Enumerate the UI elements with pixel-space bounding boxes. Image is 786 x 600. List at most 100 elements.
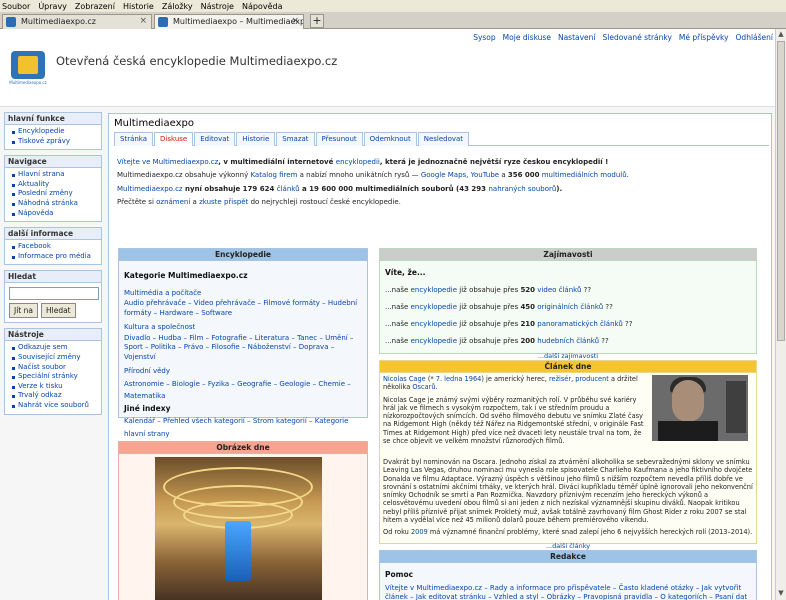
menu-zobrazeni[interactable]: Zobrazení [75, 2, 115, 11]
category-prirodni-vedy[interactable]: Přírodní vědy [124, 365, 362, 378]
menu-soubor[interactable]: Soubor [2, 2, 30, 11]
help-links[interactable]: Vítejte v Multimediaexpo.cz – Rady a inf… [385, 584, 751, 600]
sidebar-item-nahodna-stranka[interactable]: Náhodná stránka [12, 199, 98, 209]
link-panoramatickych-clanku[interactable]: panoramatických článků [535, 320, 623, 328]
link-vitejte[interactable]: Vítejte ve Multimediaexpo.cz [117, 158, 218, 166]
category-multimedia[interactable]: Multimédia a počítače [124, 287, 362, 300]
tab-stranka[interactable]: Stránka [114, 132, 154, 146]
link-encyklopedie[interactable]: encyklopedie [411, 303, 457, 311]
vertical-scrollbar[interactable]: ▲ ▼ [775, 29, 786, 600]
link-video-clanku[interactable]: video článků [535, 286, 581, 294]
browser-tab-1[interactable]: Multimediaexpo.cz × [2, 14, 152, 29]
link-google-maps[interactable]: Google Maps [421, 171, 466, 179]
close-icon[interactable]: × [291, 16, 299, 26]
personal-tools: Sysop Moje diskuse Nastavení Sledované s… [466, 33, 773, 42]
sidebar-item-verze-k-tisku[interactable]: Verze k tisku [12, 382, 98, 392]
sidebar-item-specialni-stranky[interactable]: Speciální stránky [12, 372, 98, 382]
tab-historie[interactable]: Historie [236, 132, 276, 146]
link-2009[interactable]: 2009 [411, 528, 428, 536]
site-logo[interactable]: Multimediaexpo.cz [8, 51, 48, 91]
link-oznameni[interactable]: oznámení [156, 198, 190, 206]
link-producent[interactable]: producent [575, 375, 609, 383]
sidebar-item-informace-pro-media[interactable]: Informace pro média [12, 252, 98, 262]
fact-number: 210 [520, 320, 536, 328]
tab-diskuse[interactable]: Diskuse [154, 132, 194, 146]
link-clanku[interactable]: článků [277, 185, 300, 193]
link-multimediaexpo[interactable]: Multimediaexpo.cz [117, 185, 183, 193]
tab-smazat[interactable]: Smazat [276, 132, 315, 146]
sidebar-item-nahrat-vice[interactable]: Nahrát více souborů [12, 401, 98, 411]
portlet-nastroje: Nástroje Odkazuje sem Související změny … [4, 328, 102, 415]
link-multimedialnich-modulu[interactable]: multimediálních modulů [540, 171, 627, 179]
fact-text: ...naše [385, 303, 411, 311]
category-kultura-links[interactable]: Divadlo – Hudba – Film – Fotografie – Li… [124, 334, 362, 363]
sidebar-item-tiskove-zpravy[interactable]: Tiskové zprávy [12, 137, 98, 147]
sidebar-item-aktuality[interactable]: Aktuality [12, 180, 98, 190]
sidebar-item-napoveda[interactable]: Nápověda [12, 209, 98, 219]
scrollbar-thumb[interactable] [777, 41, 785, 341]
menu-napoveda[interactable]: Nápověda [242, 2, 283, 11]
personal-moje-diskuse[interactable]: Moje diskuse [503, 33, 551, 42]
scroll-down-icon[interactable]: ▼ [776, 589, 786, 599]
article-paragraph: Nicolas Cage (* 7. ledna 1964) je americ… [383, 375, 648, 392]
search-button[interactable]: Hledat [40, 303, 76, 319]
intro-line-1: Vítejte ve Multimediaexpo.cz, v multimed… [117, 156, 757, 169]
personal-prispevky[interactable]: Mé příspěvky [679, 33, 729, 42]
tab-presunout[interactable]: Přesunout [315, 132, 363, 146]
link-originalnich-clanku[interactable]: originálních článků [535, 303, 603, 311]
intro-text: a nabízí mnoho unikátních rysů — [297, 171, 421, 180]
link-zkuste-prispet[interactable]: zkuste přispět [199, 198, 248, 206]
link-encyklopedie[interactable]: encyklopedie [411, 286, 457, 294]
menu-historie[interactable]: Historie [123, 2, 154, 11]
close-icon[interactable]: × [139, 16, 147, 26]
personal-odhlaseni[interactable]: Odhlášení [736, 33, 773, 42]
tab-editovat[interactable]: Editovat [194, 132, 236, 146]
sidebar-item-souvisejici-zmeny[interactable]: Související změny [12, 353, 98, 363]
sidebar-item-odkazuje-sem[interactable]: Odkazuje sem [12, 343, 98, 353]
sidebar-item-nacist-soubor[interactable]: Načíst soubor [12, 363, 98, 373]
sidebar-item-posledni-zmeny[interactable]: Poslední změny [12, 189, 98, 199]
logo-inner-icon [18, 56, 38, 74]
link-datum[interactable]: 7. ledna 1964 [436, 375, 482, 383]
link-encyklopedii[interactable]: encyklopedii [336, 158, 380, 166]
personal-nastaveni[interactable]: Nastavení [558, 33, 596, 42]
category-multimedia-links[interactable]: Audio přehrávače – Video přehrávače – Fi… [124, 299, 362, 318]
article-photo[interactable] [652, 375, 748, 441]
link-youtube[interactable]: YouTube [471, 171, 499, 179]
intro-text: Multimediaexpo.cz obsahuje výkonný [117, 171, 251, 180]
new-tab-button[interactable]: + [310, 14, 324, 28]
sidebar-item-trvaly-odkaz[interactable]: Trvalý odkaz [12, 391, 98, 401]
sidebar-item-hlavni-strana[interactable]: Hlavní strana [12, 170, 98, 180]
scroll-up-icon[interactable]: ▲ [776, 30, 786, 40]
menu-upravy[interactable]: Úpravy [38, 2, 67, 11]
menu-nastroje[interactable]: Nástroje [201, 2, 234, 11]
tab-nesledovat[interactable]: Nesledovat [417, 132, 470, 146]
link-oscaru[interactable]: Oscarů [412, 383, 435, 391]
personal-sysop[interactable]: Sysop [473, 33, 495, 42]
link-katalog-firem[interactable]: Katalog firem [250, 171, 297, 179]
more-articles-link[interactable]: ...další články [383, 542, 753, 550]
go-button[interactable]: Jít na [9, 303, 38, 319]
fact-text: ?? [603, 303, 613, 311]
pomoc-heading: Pomoc [385, 570, 414, 579]
link-hudebnich-clanku[interactable]: hudebních článků [535, 337, 599, 345]
sidebar-item-facebook[interactable]: Facebook [12, 242, 98, 252]
link-nahranych-souboru[interactable]: nahraných souborů [488, 185, 556, 193]
sidebar-item-encyklopedie[interactable]: Encyklopedie [12, 127, 98, 137]
link-nicolas-cage[interactable]: Nicolas Cage [383, 375, 426, 383]
link-reziser[interactable]: režisér [549, 375, 571, 383]
fact-text: již obsahuje přes [457, 303, 521, 311]
browser-tab-2[interactable]: Multimediaexpo – Multimediaexpo.cz × [154, 14, 304, 29]
category-prirodni-vedy-links[interactable]: Astronomie – Biologie – Fyzika – Geograf… [124, 378, 362, 403]
link-encyklopedie[interactable]: encyklopedie [411, 320, 457, 328]
tab-odemknout[interactable]: Odemknout [363, 132, 417, 146]
category-kultura[interactable]: Kultura a společnost [124, 321, 362, 334]
menu-zalozky[interactable]: Záložky [162, 2, 193, 11]
personal-sledovane[interactable]: Sledované stránky [603, 33, 672, 42]
search-input[interactable] [9, 287, 99, 301]
picture-of-the-day[interactable] [155, 457, 322, 600]
link-encyklopedie[interactable]: encyklopedie [411, 337, 457, 345]
portlet-hledat: Hledat Jít na Hledat [4, 270, 102, 324]
intro-text: Vítejte ve Multimediaexpo.cz, v multimed… [117, 156, 757, 209]
jine-indexy-links[interactable]: Kalendář – Přehled všech kategorií – Str… [124, 415, 362, 440]
